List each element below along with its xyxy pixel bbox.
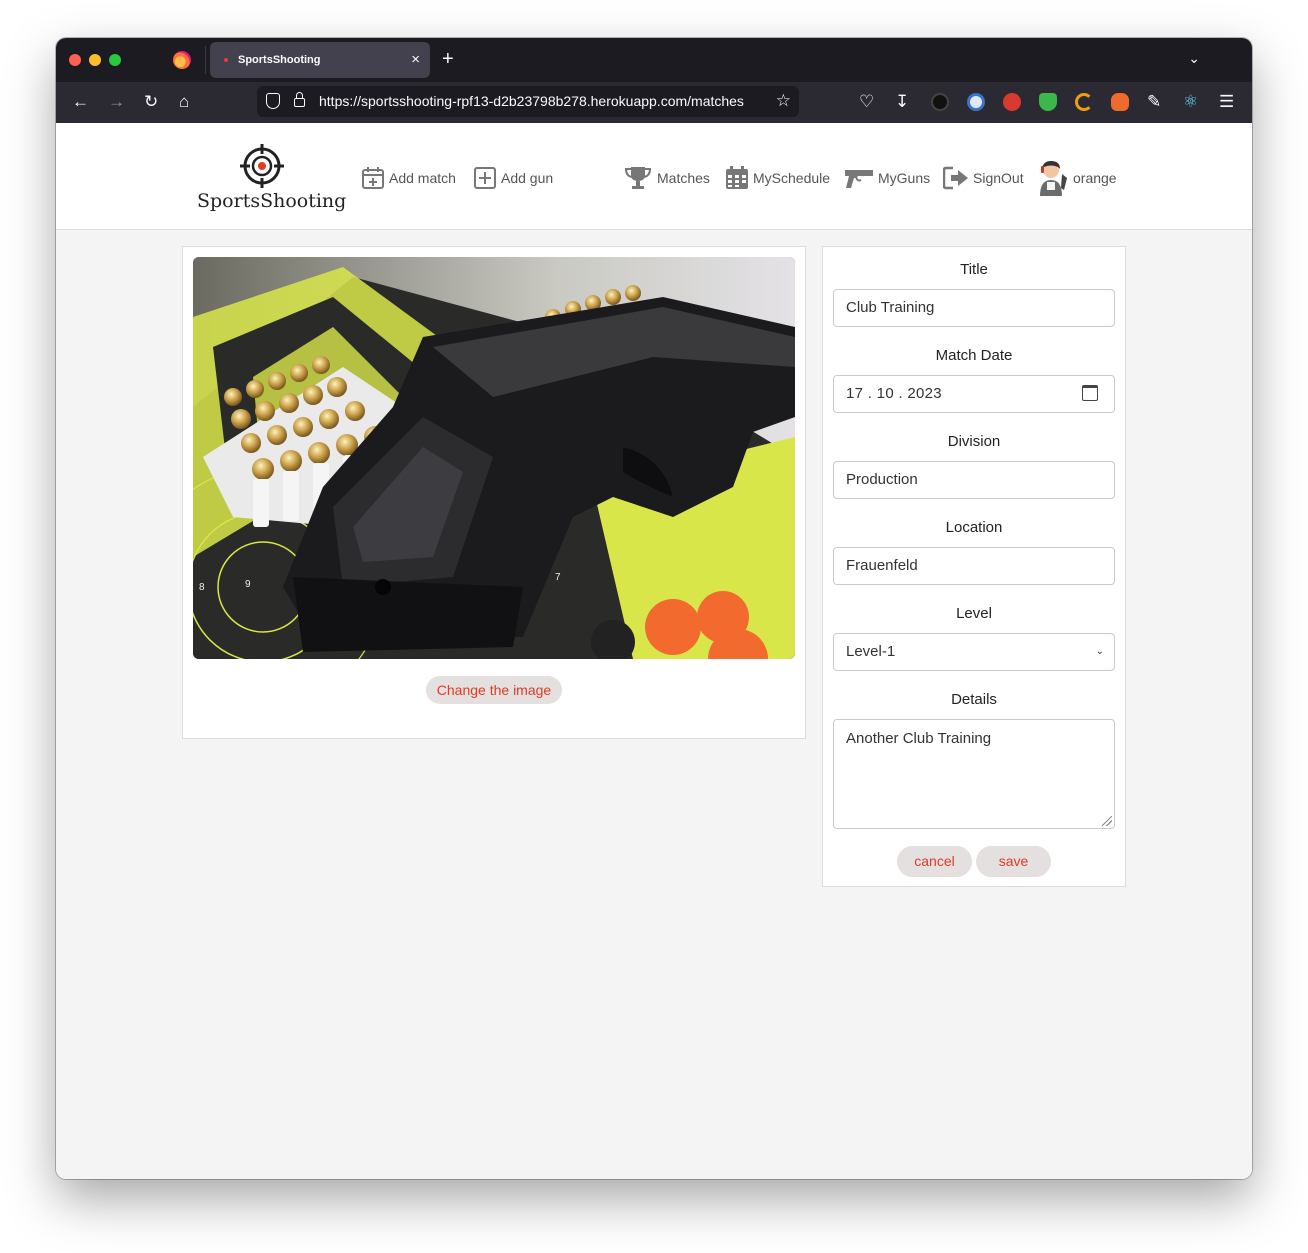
details-label: Details — [951, 691, 997, 708]
change-image-button[interactable]: Change the image — [426, 676, 562, 704]
browser-window: SportsShooting × + ⌄ ← → ↻ ⌂ https://spo… — [56, 38, 1252, 1179]
bookmark-star-icon[interactable]: ☆ — [776, 91, 791, 111]
nav-add-gun[interactable]: Add gun — [473, 163, 553, 193]
url-bar[interactable]: https://sportsshooting-rpf13-d2b23798b27… — [257, 86, 799, 117]
nav-user-profile[interactable]: orange — [1037, 161, 1117, 196]
trophy-icon — [624, 167, 652, 189]
calendar-icon — [726, 166, 748, 189]
cancel-button[interactable]: cancel — [897, 846, 972, 877]
extensions-puzzle-icon[interactable]: ✎ — [1147, 92, 1161, 112]
save-button[interactable]: save — [976, 846, 1051, 877]
firefox-icon — [173, 51, 191, 69]
extension-avatar-icon[interactable] — [931, 93, 949, 111]
division-label: Division — [947, 433, 1001, 450]
back-icon[interactable]: ← — [72, 92, 89, 112]
minimize-window-button[interactable] — [89, 54, 101, 66]
brand-name: SportsShooting — [197, 190, 347, 212]
avatar — [1040, 161, 1067, 196]
browser-tab[interactable]: SportsShooting × — [210, 42, 430, 78]
sign-out-icon — [943, 166, 968, 190]
lock-icon[interactable] — [294, 92, 305, 107]
svg-text:8: 8 — [199, 582, 205, 593]
navigation-toolbar: ← → ↻ ⌂ https://sportsshooting-rpf13-d2b… — [56, 82, 1252, 123]
react-devtools-icon[interactable]: ⚛ — [1183, 92, 1198, 112]
nav-my-guns[interactable]: MyGuns — [844, 163, 930, 193]
downloads-icon[interactable]: ↧ — [895, 92, 909, 112]
nav-add-match[interactable]: Add match — [361, 163, 456, 193]
nav-my-guns-label: MyGuns — [878, 170, 931, 186]
title-field[interactable]: Club Training — [833, 289, 1115, 327]
favicon-icon — [224, 58, 228, 62]
tab-title: SportsShooting — [238, 54, 321, 66]
home-icon[interactable]: ⌂ — [179, 92, 189, 112]
nav-matches-label: Matches — [657, 170, 710, 186]
square-plus-icon — [474, 167, 496, 189]
menu-icon[interactable]: ☰ — [1219, 92, 1234, 112]
nav-my-schedule[interactable]: MySchedule — [725, 163, 830, 193]
tab-divider — [205, 46, 206, 74]
web-page: SportsShooting Add match Add gun Matches… — [56, 123, 1252, 1179]
close-window-button[interactable] — [69, 54, 81, 66]
details-textarea[interactable]: Another Club Training — [833, 719, 1115, 829]
site-logo[interactable]: SportsShooting — [192, 141, 346, 217]
details-value: Another Club Training — [846, 730, 992, 747]
level-selected-value: Level-1 — [846, 643, 896, 660]
extension-fox-icon[interactable] — [1111, 93, 1129, 111]
url-text[interactable]: https://sportsshooting-rpf13-d2b23798b27… — [319, 93, 767, 109]
forward-icon[interactable]: → — [108, 92, 125, 112]
chevron-down-icon: ⌄ — [1095, 646, 1104, 657]
zoom-window-button[interactable] — [109, 54, 121, 66]
svg-text:9: 9 — [245, 579, 251, 590]
location-label: Location — [945, 519, 1003, 536]
nav-add-match-label: Add match — [389, 170, 456, 186]
division-field[interactable]: Production — [833, 461, 1115, 499]
match-date-field[interactable]: 17 . 10 . 2023 — [833, 375, 1115, 413]
tracking-shield-icon[interactable] — [266, 93, 280, 109]
match-date-label: Match Date — [935, 347, 1013, 364]
nav-my-schedule-label: MySchedule — [753, 170, 831, 186]
level-label: Level — [956, 605, 992, 622]
resize-grip-icon[interactable] — [1102, 816, 1112, 826]
match-date-value: 17 . 10 . 2023 — [846, 385, 942, 402]
title-label: Title — [960, 261, 988, 278]
location-field[interactable]: Frauenfeld — [833, 547, 1115, 585]
match-edit-form: Title Club Training Match Date 17 . 10 .… — [822, 246, 1126, 887]
nav-add-gun-label: Add gun — [501, 170, 554, 186]
pocket-icon[interactable]: ♡ — [859, 92, 874, 112]
nav-matches[interactable]: Matches — [623, 163, 710, 193]
tab-list-chevron-icon[interactable]: ⌄ — [1188, 50, 1200, 67]
match-image: 8 9 7 — [193, 257, 795, 659]
nav-user-label: orange — [1073, 170, 1117, 186]
crosshair-icon — [240, 144, 284, 188]
new-tab-button[interactable]: + — [442, 48, 454, 70]
tab-strip: SportsShooting × + ⌄ — [56, 38, 1252, 82]
reload-icon[interactable]: ↻ — [144, 92, 158, 112]
pistol-photo: 8 9 7 — [193, 257, 795, 659]
extension-bird-icon[interactable] — [1003, 93, 1021, 111]
site-header: SportsShooting Add match Add gun Matches… — [56, 123, 1252, 230]
pistol-icon — [845, 170, 873, 188]
level-select[interactable]: Level-1 ⌄ — [833, 633, 1115, 671]
close-tab-icon[interactable]: × — [411, 51, 420, 68]
nav-sign-out[interactable]: SignOut — [943, 163, 1024, 193]
extension-shield-icon[interactable] — [1039, 93, 1057, 111]
match-image-card: 8 9 7 Change the image — [182, 246, 806, 739]
svg-text:7: 7 — [555, 572, 561, 583]
calendar-plus-icon — [362, 167, 384, 189]
calendar-picker-icon[interactable] — [1082, 385, 1098, 401]
nav-sign-out-label: SignOut — [973, 170, 1024, 186]
extension-grammar-icon[interactable] — [1075, 93, 1093, 111]
extension-clock-icon[interactable] — [967, 93, 985, 111]
